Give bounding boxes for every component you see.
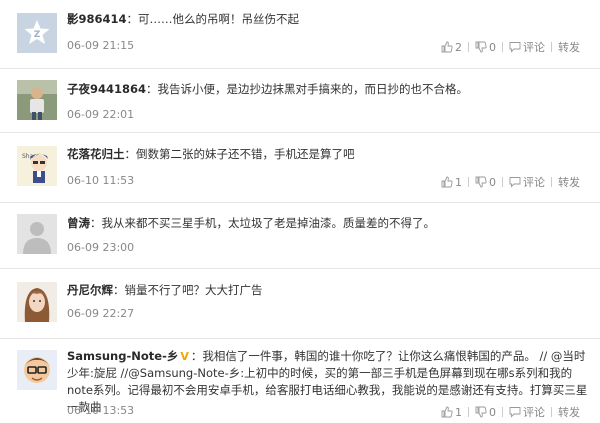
- divider: [502, 42, 503, 52]
- comment-actions: 1 0 评论 转发: [441, 404, 580, 420]
- thumbs-down-icon: [475, 176, 487, 188]
- reply-label: 评论: [523, 41, 545, 54]
- svg-text:Z: Z: [34, 30, 41, 40]
- divider: [551, 177, 552, 187]
- divider: [551, 407, 552, 417]
- comment-content: 影986414：可……他么的吊啊！吊丝伤不起: [67, 11, 588, 28]
- avatar[interactable]: [17, 350, 57, 390]
- share-button[interactable]: 转发: [558, 174, 580, 190]
- comment-time: 06-09 23:00: [67, 241, 135, 254]
- comment-time: 06-10 13:53: [67, 404, 135, 417]
- thumbs-up-icon: [441, 41, 453, 53]
- avatar[interactable]: [17, 80, 57, 120]
- vip-badge: V: [180, 350, 189, 363]
- divider: [468, 407, 469, 417]
- share-label: 转发: [558, 176, 580, 189]
- avatar[interactable]: Share: [17, 146, 57, 186]
- like-count: 1: [455, 175, 462, 189]
- share-label: 转发: [558, 406, 580, 419]
- comment-text: ：倒数第二张的妹子还不错，手机还是算了吧: [124, 147, 355, 161]
- divider: [468, 177, 469, 187]
- share-button[interactable]: 转发: [558, 39, 580, 55]
- comment-text: ：可……他么的吊啊！吊丝伤不起: [126, 12, 300, 26]
- comment-text: ：我告诉小便，是边抄边抹黑对手搞来的，而日抄的也不合格。: [146, 82, 469, 96]
- photo-avatar-woman-icon: [17, 282, 57, 322]
- dislike-button[interactable]: 0: [475, 406, 496, 419]
- comment-content: 曾涛：我从来都不买三星手机，太垃圾了老是掉油漆。质量差的不得了。: [67, 215, 588, 232]
- comment-time: 06-09 21:15: [67, 39, 135, 52]
- comment-actions: 2 0 评论 转发: [441, 39, 580, 55]
- dislike-button[interactable]: 0: [475, 41, 496, 54]
- comment-icon: [509, 42, 521, 53]
- reply-button[interactable]: 评论: [509, 174, 545, 190]
- reply-button[interactable]: 评论: [509, 39, 545, 55]
- reply-button[interactable]: 评论: [509, 404, 545, 420]
- like-button[interactable]: 2: [441, 41, 462, 54]
- comment-icon: [509, 407, 521, 418]
- comment-text: ：我从来都不买三星手机，太垃圾了老是掉油漆。质量差的不得了。: [90, 216, 435, 230]
- comment-author[interactable]: Samsung-Note-乡: [67, 349, 178, 363]
- dislike-count: 0: [489, 175, 496, 189]
- comment-item: Z 影986414：可……他么的吊啊！吊丝伤不起 06-09 21:15 2 0…: [0, 0, 600, 69]
- default-avatar-star-icon: Z: [17, 13, 57, 53]
- comment-item: 曾涛：我从来都不买三星手机，太垃圾了老是掉油漆。质量差的不得了。 06-09 2…: [0, 202, 600, 269]
- comment-item: 丹尼尔辉：销量不行了吧？大大打广告 06-09 22:27: [0, 268, 600, 339]
- reply-label: 评论: [523, 176, 545, 189]
- comment-time: 06-10 11:53: [67, 174, 135, 187]
- comment-author[interactable]: 子夜9441864: [67, 82, 146, 96]
- comment-content: 子夜9441864：我告诉小便，是边抄边抹黑对手搞来的，而日抄的也不合格。: [67, 81, 588, 98]
- avatar[interactable]: [17, 214, 57, 254]
- reply-label: 评论: [523, 406, 545, 419]
- avatar[interactable]: [17, 282, 57, 322]
- like-button[interactable]: 1: [441, 406, 462, 419]
- like-button[interactable]: 1: [441, 176, 462, 189]
- share-button[interactable]: 转发: [558, 404, 580, 420]
- thumbs-up-icon: [441, 176, 453, 188]
- divider: [468, 42, 469, 52]
- default-avatar-person-icon: [17, 214, 57, 254]
- like-count: 2: [455, 40, 462, 54]
- comment-item: 子夜9441864：我告诉小便，是边抄边抹黑对手搞来的，而日抄的也不合格。 06…: [0, 68, 600, 133]
- comment-time: 06-09 22:27: [67, 307, 135, 320]
- dislike-count: 0: [489, 405, 496, 419]
- comment-actions: 1 0 评论 转发: [441, 174, 580, 190]
- comment-author[interactable]: 花落花归土: [67, 147, 125, 161]
- photo-avatar-man-icon: [17, 80, 57, 120]
- comment-content: 花落花归土：倒数第二张的妹子还不错，手机还是算了吧: [67, 146, 588, 163]
- cartoon-avatar-boy-icon: Share: [17, 146, 57, 186]
- comment-content: 丹尼尔辉：销量不行了吧？大大打广告: [67, 282, 588, 299]
- cartoon-avatar-glasses-icon: [17, 350, 57, 390]
- comment-author[interactable]: 丹尼尔辉: [67, 283, 113, 297]
- avatar[interactable]: Z: [17, 13, 57, 53]
- comment-author[interactable]: 影986414: [67, 12, 127, 26]
- comment-icon: [509, 177, 521, 188]
- dislike-button[interactable]: 0: [475, 176, 496, 189]
- comment-author[interactable]: 曾涛: [67, 216, 90, 230]
- thumbs-down-icon: [475, 406, 487, 418]
- thumbs-down-icon: [475, 41, 487, 53]
- comment-feed: Z 影986414：可……他么的吊啊！吊丝伤不起 06-09 21:15 2 0…: [0, 0, 600, 423]
- comment-item: Samsung-Note-乡 V ：我相信了一件事，韩国的谁十你吃了？让你这么痛恨韩…: [0, 338, 600, 423]
- comment-text: ：销量不行了吧？大大打广告: [113, 283, 263, 297]
- thumbs-up-icon: [441, 406, 453, 418]
- comment-item: Share 花落花归土：倒数第二张的妹子还不错，手机还是算了吧 06-10 11…: [0, 132, 600, 203]
- divider: [502, 407, 503, 417]
- divider: [502, 177, 503, 187]
- like-count: 1: [455, 405, 462, 419]
- divider: [551, 42, 552, 52]
- comment-time: 06-09 22:01: [67, 108, 135, 121]
- share-label: 转发: [558, 41, 580, 54]
- dislike-count: 0: [489, 40, 496, 54]
